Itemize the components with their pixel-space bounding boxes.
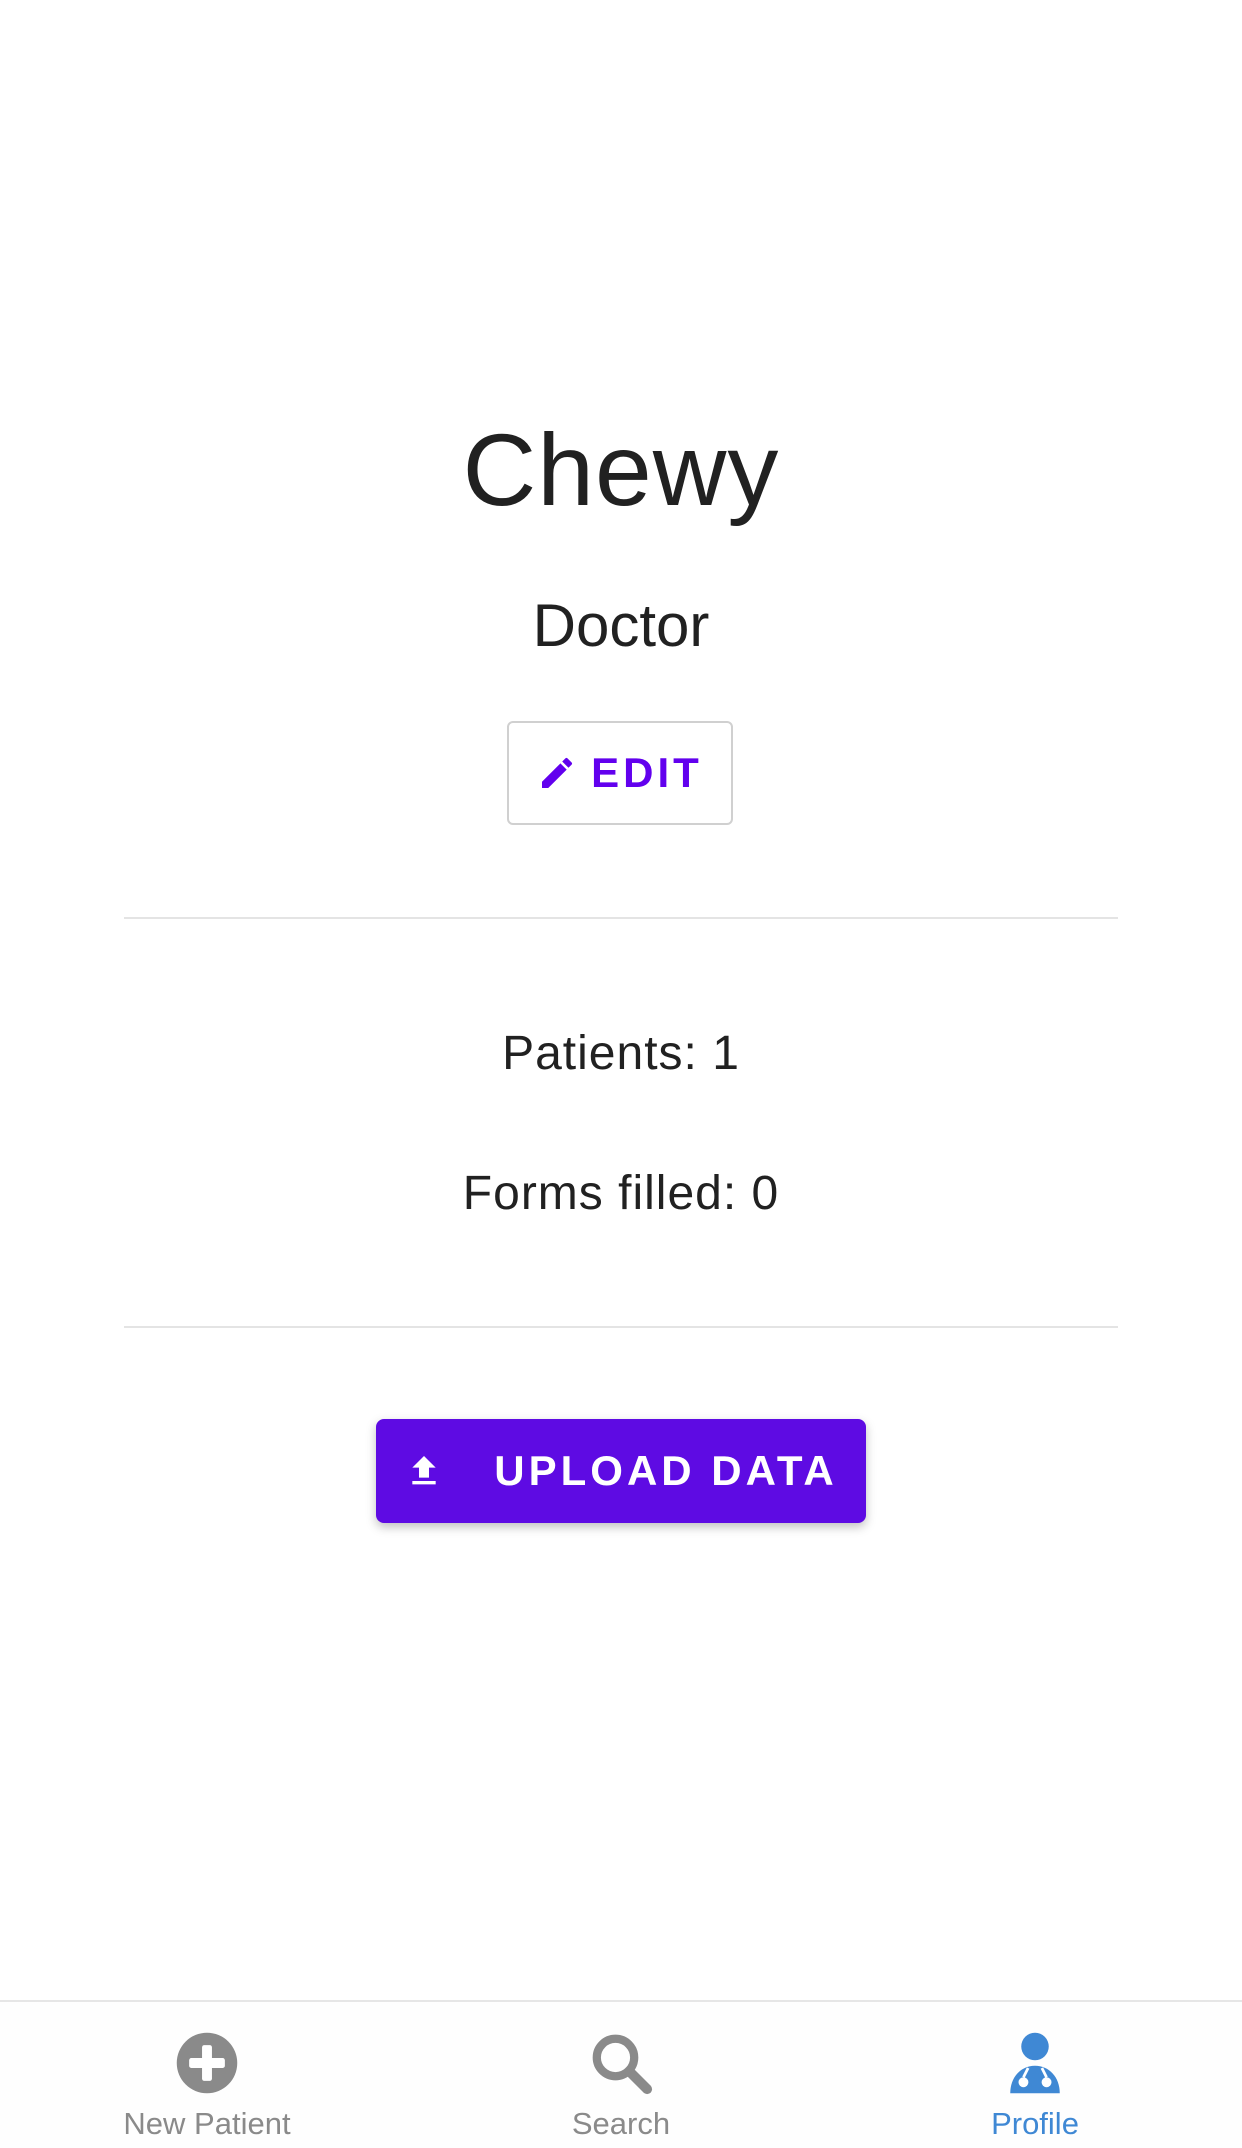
tab-new-patient[interactable]: New Patient	[0, 2002, 414, 2148]
edit-button[interactable]: EDIT	[507, 721, 733, 825]
divider-top	[124, 917, 1118, 919]
tab-profile-label: Profile	[991, 2106, 1079, 2141]
upload-data-label: UPLOAD DATA	[494, 1447, 838, 1494]
upload-icon	[404, 1451, 444, 1491]
profile-role: Doctor	[532, 592, 710, 659]
tab-profile[interactable]: Profile	[828, 2002, 1242, 2148]
plus-circle-icon	[174, 2030, 240, 2096]
upload-data-button[interactable]: UPLOAD DATA	[376, 1419, 866, 1523]
tab-search-label: Search	[571, 2106, 671, 2141]
tab-search[interactable]: Search	[414, 2002, 828, 2148]
bottom-tab-bar: New Patient Search Profile	[0, 2000, 1242, 2148]
search-icon	[588, 2030, 654, 2096]
doctor-icon	[1002, 2030, 1068, 2096]
pencil-icon	[537, 753, 577, 793]
patients-count: Patients: 1	[502, 1027, 740, 1080]
tab-new-patient-label: New Patient	[123, 2106, 291, 2141]
profile-name: Chewy	[462, 413, 780, 527]
divider-bottom	[124, 1326, 1118, 1328]
forms-filled-count: Forms filled: 0	[462, 1167, 780, 1220]
edit-button-label: EDIT	[591, 749, 703, 796]
